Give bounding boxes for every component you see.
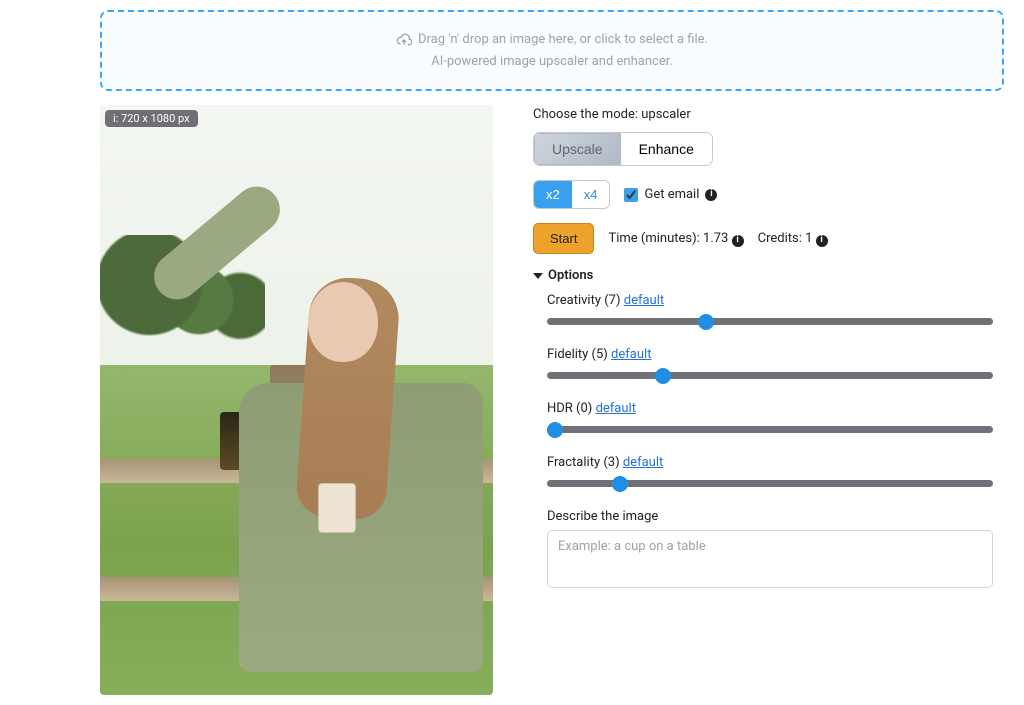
mode-enhance-button[interactable]: Enhance — [621, 133, 712, 165]
get-email-checkbox[interactable] — [624, 188, 638, 202]
options-header-label: Options — [548, 268, 593, 283]
mode-segmented-control: Upscale Enhance — [533, 132, 713, 166]
mode-title: Choose the mode: upscaler — [533, 107, 993, 122]
caret-down-icon — [533, 273, 543, 279]
mode-upscale-button[interactable]: Upscale — [534, 133, 621, 165]
dropzone[interactable]: Drag 'n' drop an image here, or click to… — [100, 10, 1004, 91]
describe-textarea[interactable] — [547, 530, 993, 588]
controls-panel: Choose the mode: upscaler Upscale Enhanc… — [533, 105, 993, 695]
creativity-default-link[interactable]: default — [624, 293, 664, 308]
start-button[interactable]: Start — [533, 223, 594, 254]
cloud-upload-icon — [396, 32, 412, 48]
fidelity-slider[interactable] — [547, 372, 993, 379]
info-icon[interactable]: i — [705, 189, 717, 201]
scale-x2-button[interactable]: x2 — [534, 181, 572, 208]
creativity-label: Creativity (7) — [547, 293, 621, 308]
time-label: Time (minutes): 1.73 — [608, 231, 728, 246]
fractality-slider[interactable] — [547, 480, 993, 487]
image-preview-panel: i: 720 x 1080 px — [100, 105, 493, 695]
hdr-label: HDR (0) — [547, 401, 592, 416]
info-icon[interactable]: i — [816, 235, 828, 247]
options-toggle[interactable]: Options — [533, 268, 993, 283]
fractality-default-link[interactable]: default — [623, 455, 663, 470]
scale-x4-button[interactable]: x4 — [572, 181, 610, 208]
image-preview[interactable] — [100, 105, 493, 695]
dropzone-text-line2: AI-powered image upscaler and enhancer. — [112, 52, 992, 72]
credits-label: Credits: 1 — [758, 231, 813, 246]
hdr-slider[interactable] — [547, 426, 993, 433]
describe-label: Describe the image — [547, 509, 993, 524]
image-size-pill: i: 720 x 1080 px — [105, 110, 198, 127]
hdr-default-link[interactable]: default — [596, 401, 636, 416]
scale-segmented-control: x2 x4 — [533, 180, 610, 209]
get-email-checkbox-wrap[interactable]: Get email i — [624, 187, 717, 202]
fidelity-default-link[interactable]: default — [611, 347, 651, 362]
fractality-label: Fractality (3) — [547, 455, 620, 470]
get-email-label: Get email — [644, 187, 699, 202]
info-icon[interactable]: i — [732, 235, 744, 247]
fidelity-label: Fidelity (5) — [547, 347, 608, 362]
dropzone-text-line1: Drag 'n' drop an image here, or click to… — [418, 30, 708, 50]
creativity-slider[interactable] — [547, 318, 993, 325]
